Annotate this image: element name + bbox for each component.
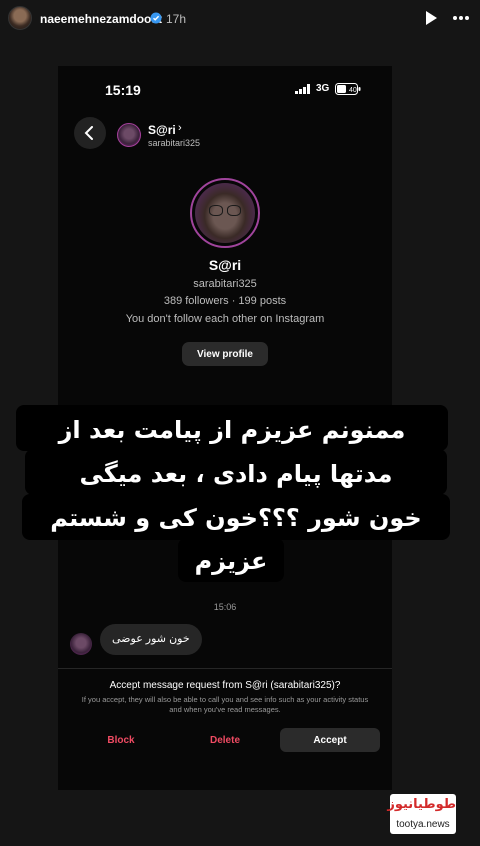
more-options-icon[interactable]: [452, 10, 470, 26]
back-button[interactable]: [74, 117, 106, 149]
profile-handle: sarabitari325: [193, 278, 257, 290]
follow-status: You don't follow each other on Instagram: [125, 313, 325, 325]
caption-line-2: مدتها پیام دادی ، بعد میگی: [79, 460, 393, 488]
watermark-logo: طوطیانیوز: [387, 794, 456, 816]
message-request-title: Accept message request from S@ri (sarabi…: [109, 680, 341, 691]
network-type: 3G: [316, 83, 330, 94]
message-sender-avatar: [70, 633, 92, 655]
message-timestamp: 15:06: [213, 602, 237, 612]
chevron-left-icon: [84, 126, 93, 140]
profile-avatar[interactable]: [190, 178, 260, 248]
chevron-right-icon: ›: [178, 122, 182, 134]
caption-line-1: ممنونم عزیزم از پیامت بعد از: [58, 416, 406, 444]
battery-level: 40: [349, 87, 357, 94]
delete-button[interactable]: Delete: [180, 728, 270, 752]
story-time: 17h: [166, 12, 187, 26]
caption-line-3: خون شور ؟؟؟خون کی و شستم: [50, 504, 422, 532]
divider: [58, 668, 392, 669]
signal-icon: [295, 84, 310, 94]
story-username[interactable]: naeemehnezamdoost: [40, 12, 162, 26]
verified-badge-icon: [150, 12, 162, 24]
message-request-description: If you accept, they will also be able to…: [81, 695, 369, 714]
status-bar-time: 15:19: [105, 82, 141, 98]
profile-stats: 389 followers · 199 posts: [163, 295, 287, 307]
profile-name: S@ri: [208, 257, 242, 273]
story-header: naeemehnezamdoost 17h: [0, 0, 480, 36]
view-profile-button[interactable]: View profile: [182, 342, 268, 366]
thread-handle: sarabitari325: [148, 138, 201, 148]
watermark-domain: tootya.news: [390, 816, 456, 834]
thread-name[interactable]: S@ri: [148, 123, 176, 137]
caption-line-4: عزیزم: [194, 547, 268, 575]
thread-avatar[interactable]: [117, 123, 141, 147]
battery-icon: 40: [335, 83, 361, 95]
play-icon[interactable]: [424, 10, 438, 26]
accept-button[interactable]: Accept: [280, 728, 380, 752]
story-avatar[interactable]: [8, 6, 32, 30]
block-button[interactable]: Block: [76, 728, 166, 752]
message-bubble[interactable]: خون شور عوضی: [100, 624, 202, 655]
